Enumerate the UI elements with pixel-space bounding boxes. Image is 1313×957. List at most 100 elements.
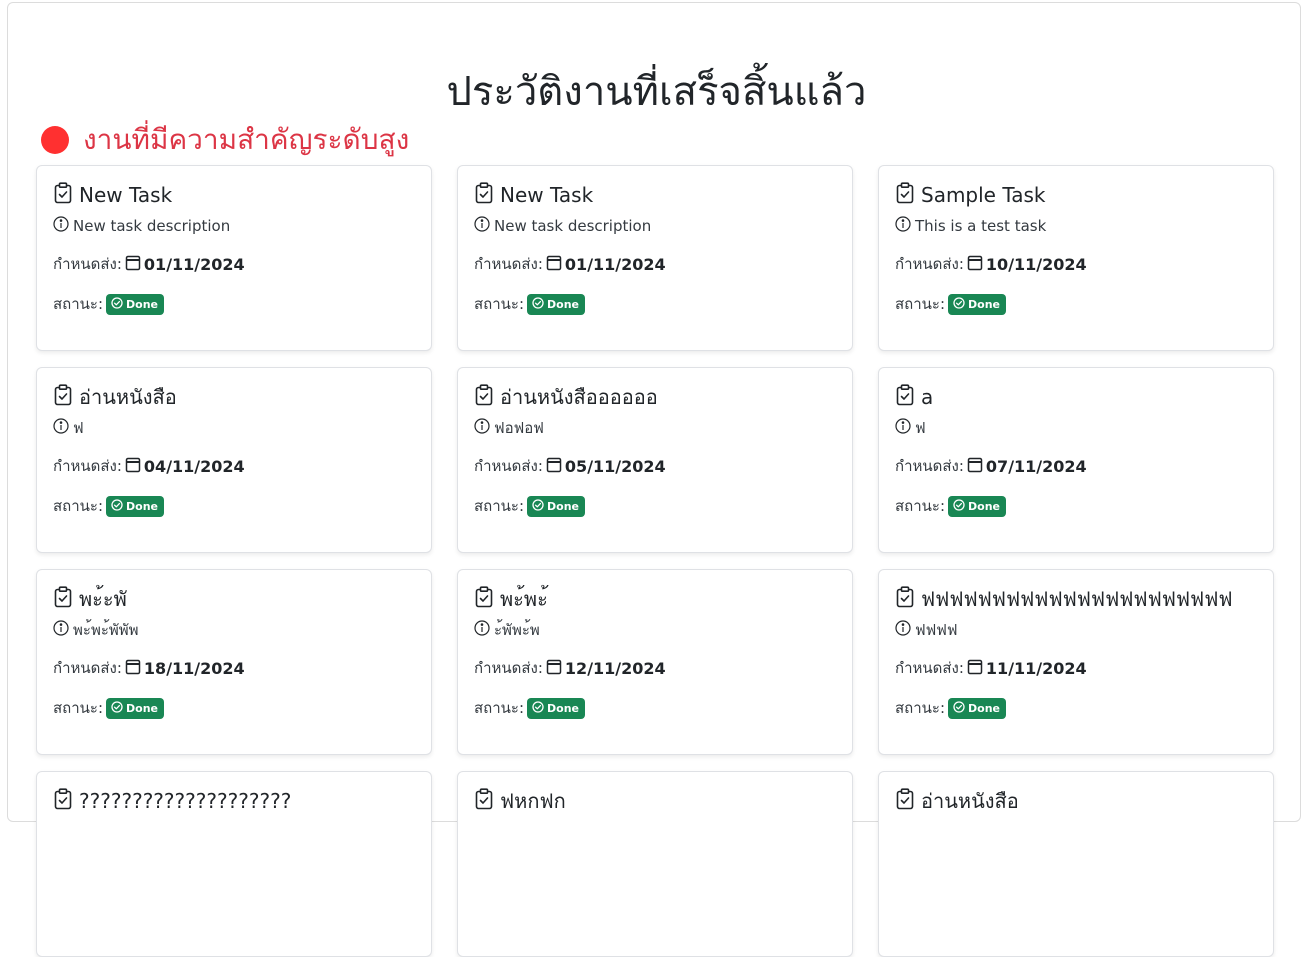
clipboard-check-icon: [474, 383, 500, 411]
clipboard-check-icon: [53, 787, 79, 815]
task-due-row: กำหนดส่ง: 11/11/2024: [895, 656, 1257, 680]
task-title: อ่านหนังสือ: [921, 789, 1019, 813]
due-label: กำหนดส่ง:: [53, 659, 122, 677]
status-label: สถานะ:: [895, 295, 946, 313]
task-card[interactable]: ฟหกฟก: [457, 771, 853, 957]
info-icon: [53, 216, 73, 236]
clipboard-check-icon: [895, 181, 921, 209]
task-status-row: สถานะ: Done: [474, 292, 836, 316]
status-badge-text: Done: [968, 701, 1001, 715]
clipboard-check-icon: [895, 787, 921, 815]
due-label: กำหนดส่ง:: [474, 659, 543, 677]
task-due-row: กำหนดส่ง: 18/11/2024: [53, 656, 415, 680]
page-title: ประวัติงานที่เสร็จสิ้นแล้ว: [446, 69, 867, 115]
task-card[interactable]: อ่านหนังสือ: [878, 771, 1274, 957]
due-label: กำหนดส่ง:: [895, 659, 964, 677]
task-title: ????????????????????: [79, 789, 292, 813]
status-badge: Done: [948, 495, 1007, 517]
task-title-row: New Task: [474, 180, 836, 210]
due-label: กำหนดส่ง:: [895, 255, 964, 273]
task-description-row: ฟอฟอฟ: [474, 414, 836, 442]
task-card[interactable]: พะ้ะพัพะ้พะ้พัพัพกำหนดส่ง: 18/11/2024 สถาน…: [36, 569, 432, 755]
task-due-row: กำหนดส่ง: 01/11/2024: [474, 252, 836, 276]
task-status-row: สถานะ: Done: [474, 696, 836, 720]
task-title-row: a: [895, 382, 1257, 412]
section-heading-label: งานที่มีความสำคัญระดับสูง: [83, 123, 410, 156]
calendar-icon: [125, 254, 144, 275]
task-status-row: สถานะ: Done: [895, 696, 1257, 720]
task-title: a: [921, 385, 934, 409]
task-description: พะ้พะ้พัพัพ: [73, 621, 139, 639]
task-title-row: ฟหกฟก: [474, 786, 836, 816]
status-badge-text: Done: [547, 297, 580, 311]
clipboard-check-icon: [53, 585, 79, 613]
task-card[interactable]: Sample Task This is a test task กำหนดส่ง: 1…: [878, 165, 1274, 351]
task-description-row: ฟ: [53, 414, 415, 442]
task-due-row: กำหนดส่ง: 05/11/2024: [474, 454, 836, 478]
task-card[interactable]: อ่านหนังสือฟกำหนดส่ง: 04/11/2024 สถานะ: Don…: [36, 367, 432, 553]
status-badge-text: Done: [968, 297, 1001, 311]
status-badge: Done: [527, 495, 586, 517]
check-circle-icon: [111, 700, 126, 716]
task-title-row: Sample Task: [895, 180, 1257, 210]
task-description: New task description: [73, 217, 231, 235]
task-title: ฟหกฟก: [500, 789, 566, 813]
task-status-row: สถานะ: Done: [53, 696, 415, 720]
task-card[interactable]: อ่านหนังสืออออออฟอฟอฟกำหนดส่ง: 05/11/2024…: [457, 367, 853, 553]
info-icon: [895, 620, 915, 640]
task-due-row: กำหนดส่ง: 07/11/2024: [895, 454, 1257, 478]
task-title-row: ฟฟฟฟฟฟฟฟฟฟฟฟฟฟฟฟฟฟฟฟฟฟ: [895, 584, 1257, 614]
info-icon: [53, 418, 73, 438]
task-status-row: สถานะ: Done: [53, 494, 415, 518]
calendar-icon: [967, 658, 986, 679]
task-description-row: ฟ: [895, 414, 1257, 442]
task-title-row: พะ้พะ้: [474, 584, 836, 614]
status-badge-text: Done: [126, 297, 159, 311]
task-description: ฟ: [915, 419, 926, 437]
calendar-icon: [125, 456, 144, 477]
status-badge-text: Done: [126, 701, 159, 715]
due-date: 12/11/2024: [564, 658, 666, 678]
info-icon: [53, 620, 73, 640]
task-card[interactable]: New Task New task description กำหนดส่ง: 01/…: [36, 165, 432, 351]
task-description-row: This is a test task: [895, 212, 1257, 240]
task-description: This is a test task: [915, 217, 1047, 235]
calendar-icon: [546, 456, 565, 477]
task-description: New task description: [494, 217, 652, 235]
clipboard-check-icon: [895, 585, 921, 613]
task-status-row: สถานะ: Done: [53, 292, 415, 316]
task-card[interactable]: ????????????????????: [36, 771, 432, 957]
status-badge: Done: [527, 293, 586, 315]
task-title: ฟฟฟฟฟฟฟฟฟฟฟฟฟฟฟฟฟฟฟฟฟฟ: [921, 587, 1233, 611]
clipboard-check-icon: [474, 787, 500, 815]
status-label: สถานะ:: [53, 699, 104, 717]
status-badge-text: Done: [547, 701, 580, 715]
due-label: กำหนดส่ง:: [474, 255, 543, 273]
status-badge: Done: [106, 495, 165, 517]
info-icon: [474, 418, 494, 438]
task-status-row: สถานะ: Done: [474, 494, 836, 518]
task-title-row: อ่านหนังสือ: [895, 786, 1257, 816]
clipboard-check-icon: [53, 181, 79, 209]
task-title: อ่านหนังสืออออออ: [500, 385, 658, 409]
task-grid: New Task New task description กำหนดส่ง: 01/…: [36, 165, 1274, 957]
task-due-row: กำหนดส่ง: 12/11/2024: [474, 656, 836, 680]
task-title: New Task: [500, 183, 594, 207]
status-label: สถานะ:: [474, 699, 525, 717]
check-circle-icon: [953, 700, 968, 716]
due-date: 18/11/2024: [143, 658, 245, 678]
check-circle-icon: [532, 498, 547, 514]
status-label: สถานะ:: [895, 497, 946, 515]
task-card[interactable]: ฟฟฟฟฟฟฟฟฟฟฟฟฟฟฟฟฟฟฟฟฟฟ ฟฟฟฟ กำหนดส่ง: 11/11…: [878, 569, 1274, 755]
task-card[interactable]: พะ้พะ้ ะ้พัพะ้พ กำหนดส่ง: 12/11/2024 สถานะ: D…: [457, 569, 853, 755]
calendar-icon: [125, 658, 144, 679]
task-title-row: อ่านหนังสือ: [53, 382, 415, 412]
calendar-icon: [546, 658, 565, 679]
status-badge: Done: [106, 697, 165, 719]
calendar-icon: [546, 254, 565, 275]
task-card[interactable]: New Task New task description กำหนดส่ง: 01/…: [457, 165, 853, 351]
check-circle-icon: [532, 296, 547, 312]
task-card[interactable]: a ฟกำหนดส่ง: 07/11/2024 สถานะ: Done: [878, 367, 1274, 553]
priority-dot-icon: [41, 126, 69, 154]
task-title-row: พะ้ะพั: [53, 584, 415, 614]
